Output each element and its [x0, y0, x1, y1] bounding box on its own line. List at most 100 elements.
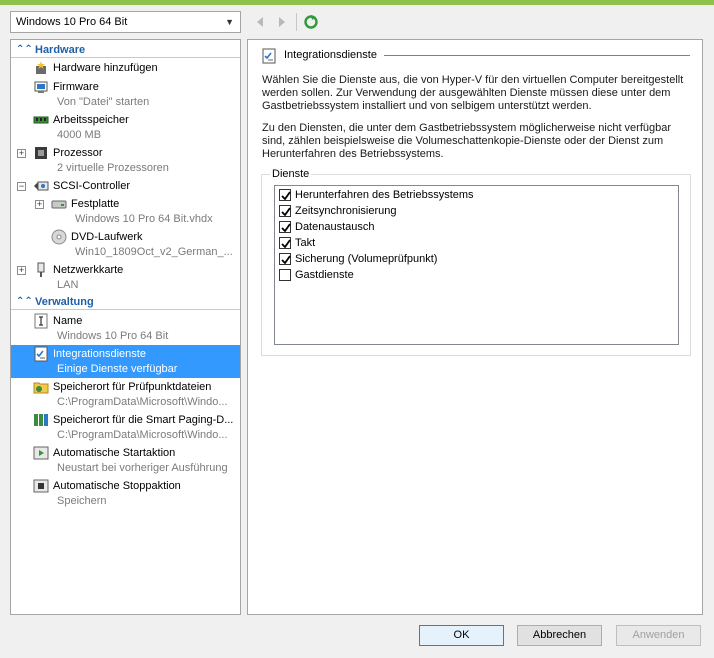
tree-item-label: Integrationsdienste: [53, 348, 146, 360]
tree-item-label: Hardware hinzufügen: [53, 62, 158, 74]
tree-item-sublabel: Von "Datei" starten: [57, 96, 150, 108]
ok-button[interactable]: OK: [419, 625, 504, 646]
processor-icon: [33, 145, 49, 161]
title-divider: [384, 55, 690, 56]
tree-item-auto-start-action[interactable]: Automatische Startaktion Neustart bei vo…: [11, 444, 240, 477]
service-checkbox[interactable]: [279, 253, 291, 265]
tree-item-sublabel: Windows 10 Pro 64 Bit: [57, 330, 169, 342]
tree-item-label: Speicherort für die Smart Paging-D...: [53, 414, 234, 426]
tree-item-network-adapter[interactable]: + Netzwerkkarte LAN: [11, 261, 240, 294]
apply-button[interactable]: Anwenden: [616, 625, 701, 646]
details-pane: Integrationsdienste Wählen Sie die Diens…: [247, 39, 703, 615]
tree-item-sublabel: C:\ProgramData\Microsoft\Windo...: [57, 429, 228, 441]
tree-item-processor[interactable]: + Prozessor 2 virtuelle Prozessoren: [11, 144, 240, 177]
expand-plus-icon[interactable]: +: [35, 200, 44, 209]
tree-item-label: DVD-Laufwerk: [71, 231, 143, 243]
service-item[interactable]: Takt: [279, 235, 669, 251]
service-checkbox[interactable]: [279, 221, 291, 233]
scsi-controller-icon: [33, 178, 49, 194]
service-item[interactable]: Datenaustausch: [279, 219, 669, 235]
service-item[interactable]: Sicherung (Volumeprüfpunkt): [279, 251, 669, 267]
hard-disk-icon: [51, 196, 67, 212]
service-item[interactable]: Gastdienste: [279, 267, 669, 283]
services-list: Herunterfahren des Betriebssystems Zeitsy…: [274, 185, 679, 345]
service-label: Datenaustausch: [295, 221, 375, 233]
tree-item-label: Firmware: [53, 81, 99, 93]
tree-item-label: Prozessor: [53, 147, 103, 159]
auto-stop-icon: [33, 478, 49, 494]
section-header-hardware[interactable]: ⌃⌃ Hardware: [11, 42, 240, 58]
service-item[interactable]: Herunterfahren des Betriebssystems: [279, 187, 669, 203]
integration-services-icon: [33, 346, 49, 362]
service-label: Sicherung (Volumeprüfpunkt): [295, 253, 438, 265]
collapse-chevron-icon: ⌃⌃: [16, 44, 33, 55]
tree-item-hard-disk[interactable]: + Festplatte Windows 10 Pro 64 Bit.vhdx: [11, 195, 240, 228]
service-item[interactable]: Zeitsynchronisierung: [279, 203, 669, 219]
collapse-minus-icon[interactable]: −: [17, 182, 26, 191]
add-hardware-icon: [33, 60, 49, 76]
settings-tree: ⌃⌃ Hardware Hardware hinzufügen Firmware…: [10, 39, 241, 615]
section-header-management[interactable]: ⌃⌃ Verwaltung: [11, 294, 240, 310]
tree-item-firmware[interactable]: Firmware Von "Datei" starten: [11, 78, 240, 111]
name-icon: [33, 313, 49, 329]
service-checkbox[interactable]: [279, 189, 291, 201]
tree-item-add-hardware[interactable]: Hardware hinzufügen: [11, 60, 240, 77]
tree-item-label: Festplatte: [71, 198, 120, 210]
network-adapter-icon: [33, 262, 49, 278]
checkpoint-folder-icon: [33, 379, 49, 395]
tree-item-smart-paging-location[interactable]: Speicherort für die Smart Paging-D... C:…: [11, 411, 240, 444]
tree-item-sublabel: Speichern: [57, 495, 107, 507]
tree-item-dvd-drive[interactable]: DVD-Laufwerk Win10_1809Oct_v2_German_...: [11, 228, 240, 261]
service-label: Takt: [295, 237, 316, 249]
tree-item-integration-services[interactable]: Integrationsdienste Einige Dienste verfü…: [11, 345, 240, 378]
tree-item-label: Netzwerkkarte: [53, 264, 124, 276]
expand-plus-icon[interactable]: +: [17, 149, 26, 158]
toolbar-separator: [296, 13, 297, 31]
tree-item-sublabel: 4000 MB: [57, 129, 102, 141]
service-label: Herunterfahren des Betriebssystems: [295, 189, 474, 201]
services-group-label: Dienste: [270, 168, 312, 181]
note-paragraph: Zu den Diensten, die unter dem Gastbetri…: [262, 122, 672, 160]
tree-item-sublabel: Neustart bei vorheriger Ausführung: [57, 462, 228, 474]
tree-item-sublabel: Einige Dienste verfügbar: [57, 363, 178, 375]
services-groupbox: Dienste Herunterfahren des Betriebssyste…: [261, 168, 691, 356]
section-header-label: Hardware: [35, 44, 86, 56]
tree-item-sublabel: 2 virtuelle Prozessoren: [57, 162, 169, 174]
memory-icon: [33, 112, 49, 128]
tree-item-sublabel: Win10_1809Oct_v2_German_...: [75, 246, 233, 258]
service-checkbox[interactable]: [279, 205, 291, 217]
service-checkbox[interactable]: [279, 269, 291, 281]
service-label: Zeitsynchronisierung: [295, 205, 397, 217]
service-label: Gastdienste: [295, 269, 354, 281]
page-title: Integrationsdienste: [284, 49, 377, 61]
tree-item-label: SCSI-Controller: [53, 180, 131, 192]
tree-item-sublabel: Windows 10 Pro 64 Bit.vhdx: [75, 213, 213, 225]
tree-item-label: Automatische Startaktion: [53, 447, 176, 459]
integration-services-icon: [262, 48, 276, 64]
vm-selector-value: Windows 10 Pro 64 Bit: [16, 16, 128, 28]
tree-item-label: Name: [53, 315, 83, 327]
vm-selector-dropdown[interactable]: Windows 10 Pro 64 Bit ▼: [10, 11, 241, 33]
smart-paging-icon: [33, 412, 49, 428]
tree-item-scsi-controller[interactable]: − SCSI-Controller: [11, 178, 240, 195]
forward-arrow-icon[interactable]: [275, 14, 289, 30]
chevron-down-icon: ▼: [225, 17, 234, 27]
firmware-icon: [33, 79, 49, 95]
tree-item-sublabel: C:\ProgramData\Microsoft\Windo...: [57, 396, 228, 408]
back-arrow-icon[interactable]: [253, 14, 267, 30]
tree-item-auto-stop-action[interactable]: Automatische Stoppaktion Speichern: [11, 477, 240, 510]
description-paragraph: Wählen Sie die Dienste aus, die von Hype…: [262, 74, 684, 112]
auto-start-icon: [33, 445, 49, 461]
section-header-label: Verwaltung: [35, 296, 94, 308]
tree-item-checkpoint-location[interactable]: Speicherort für Prüfpunktdateien C:\Prog…: [11, 378, 240, 411]
dvd-drive-icon: [51, 229, 67, 245]
cancel-button[interactable]: Abbrechen: [517, 625, 602, 646]
tree-item-label: Automatische Stoppaktion: [53, 480, 181, 492]
tree-item-memory[interactable]: Arbeitsspeicher 4000 MB: [11, 111, 240, 144]
tree-item-name[interactable]: Name Windows 10 Pro 64 Bit: [11, 312, 240, 345]
tree-item-label: Speicherort für Prüfpunktdateien: [53, 381, 212, 393]
service-checkbox[interactable]: [279, 237, 291, 249]
expand-plus-icon[interactable]: +: [17, 266, 26, 275]
refresh-icon[interactable]: [303, 14, 319, 30]
collapse-chevron-icon: ⌃⌃: [16, 296, 33, 307]
